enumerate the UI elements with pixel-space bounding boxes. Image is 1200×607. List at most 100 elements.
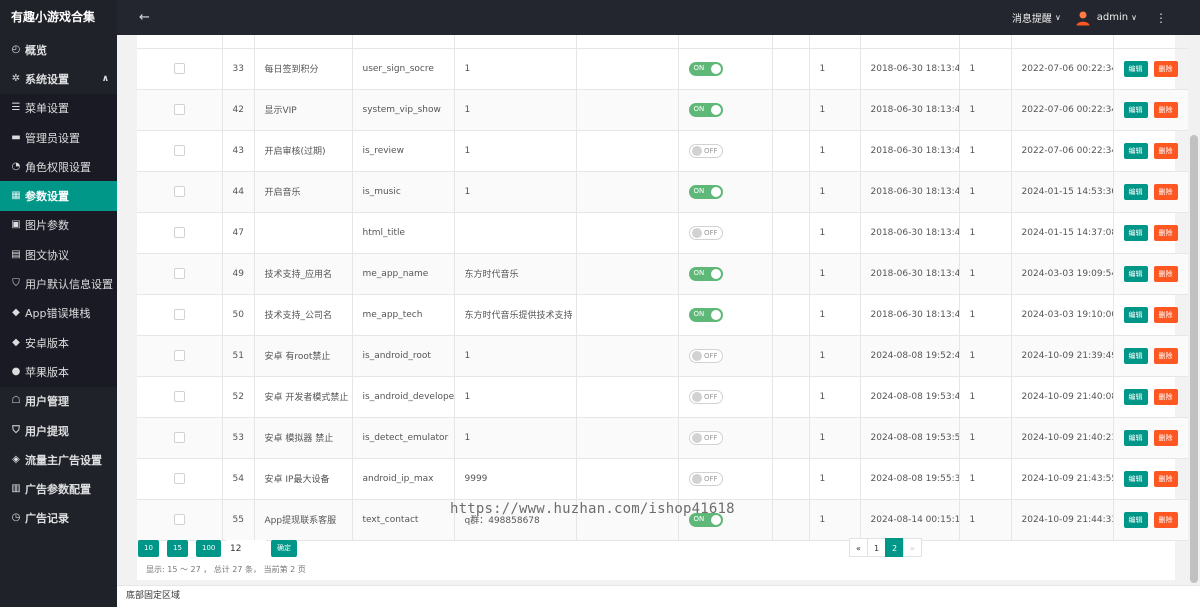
user-icon: ◔ [11,160,21,172]
row-checkbox[interactable] [173,227,185,238]
row-checkbox[interactable] [173,391,185,402]
delete-button[interactable]: 删除 [1153,306,1178,323]
delete-button[interactable]: 删除 [1153,60,1178,77]
edit-button[interactable]: 编辑 [1123,306,1148,323]
status-toggle[interactable]: OFF [688,471,723,486]
edit-button[interactable]: 编辑 [1123,60,1148,77]
toggle-label: ON [693,268,705,277]
row-checkbox[interactable] [173,432,185,443]
edit-button[interactable]: 编辑 [1123,265,1148,282]
row-checkbox[interactable] [173,268,185,279]
row-checkbox[interactable] [173,350,185,361]
prev-page-button[interactable]: « [849,538,868,557]
limit-100-button[interactable]: 100 [196,540,222,557]
sidebar-item-2[interactable]: ☰ 菜单设置 [0,93,117,123]
pagination-summary: 显示: 15 ～ 27 ， 总计 27 条， 当前第 2 页 [146,565,306,574]
next-page-button[interactable]: » [903,538,922,557]
param-sort: 1 [969,268,976,279]
sidebar-item-14[interactable]: ◈ 流量主广告设置 [0,445,117,475]
delete-button[interactable]: 删除 [1153,224,1178,241]
limit-input[interactable] [226,540,266,557]
edit-button[interactable]: 编辑 [1123,470,1148,487]
delete-button[interactable]: 删除 [1153,101,1178,118]
sidebar-item-7[interactable]: ▤ 图文协议 [0,240,117,270]
sidebar-item-1[interactable]: ✲ 系统设置 ∧ [0,64,117,94]
delete-button[interactable]: 删除 [1153,265,1178,282]
row-checkbox[interactable] [173,145,185,156]
back-arrow-icon[interactable]: ← [139,10,150,25]
sidebar-item-label: App错误堆栈 [25,307,91,321]
row-checkbox[interactable] [173,63,185,74]
edit-button[interactable]: 编辑 [1123,101,1148,118]
sidebar-item-0[interactable]: ◴ 概览 [0,35,117,65]
status-toggle[interactable]: OFF [688,348,723,363]
param-sort: 1 [969,104,976,115]
page-2-button[interactable]: 2 [885,538,904,557]
app-title: 有趣小游戏合集 [0,0,117,35]
delete-button[interactable]: 删除 [1153,511,1178,528]
delete-button[interactable]: 删除 [1153,429,1178,446]
edit-button[interactable]: 编辑 [1123,429,1148,446]
sidebar-item-9[interactable]: ◆ App错误堆栈 [0,298,117,328]
sidebar-item-label: 用户管理 [25,395,69,409]
sidebar-item-4[interactable]: ◔ 角色权限设置 [0,152,117,182]
status-toggle[interactable]: ON [688,512,723,527]
updated-time: 2024-10-09 21:44:33 [1021,514,1113,525]
status-toggle[interactable]: OFF [688,389,723,404]
delete-button[interactable]: 删除 [1153,347,1178,364]
edit-button[interactable]: 编辑 [1123,224,1148,241]
sidebar-item-12[interactable]: ☖ 用户管理 [0,386,117,416]
limit-15-button[interactable]: 15 [167,540,188,557]
row-checkbox[interactable] [173,186,185,197]
status-toggle[interactable]: ON [688,266,723,281]
user-menu[interactable]: admin ∨ [1075,10,1137,26]
sidebar-item-10[interactable]: ◆ 安卓版本 [0,327,117,358]
delete-button[interactable]: 删除 [1153,388,1178,405]
delete-button[interactable]: 删除 [1153,183,1178,200]
sidebar-item-label: 用户默认信息设置 [25,278,113,292]
page-1-button[interactable]: 1 [867,538,886,557]
status-toggle[interactable]: ON [688,61,723,76]
sidebar-item-label: 图文协议 [25,248,69,262]
confirm-limit-button[interactable]: 确定 [271,540,297,557]
toggle-knob [710,309,721,320]
clock-icon: ◷ [11,512,21,524]
status-toggle[interactable]: OFF [688,225,723,240]
toggle-label: OFF [703,351,718,360]
status-toggle[interactable]: OFF [688,143,723,158]
status-toggle[interactable]: ON [688,307,723,322]
sidebar-item-label: 流量主广告设置 [25,453,102,467]
status-toggle[interactable]: ON [688,102,723,117]
row-checkbox[interactable] [173,473,185,484]
scrollbar[interactable] [1188,35,1200,585]
scrollbar-thumb[interactable] [1190,135,1198,583]
param-value: 1 [464,186,471,197]
row-checkbox[interactable] [173,514,185,525]
status-toggle[interactable]: ON [688,184,723,199]
params-panel: 33 每日签到积分 user_sign_socre 1 ON 1 2018-06-30 18… [137,35,1188,580]
sidebar-item-8[interactable]: ⛉ 用户默认信息设置 [0,269,117,299]
sidebar-item-15[interactable]: ▥ 广告参数配置 [0,474,117,504]
sidebar-item-3[interactable]: ▬ 管理员设置 [0,122,117,153]
limit-10-button[interactable]: 10 [138,540,159,557]
param-id: 44 [232,186,244,197]
edit-button[interactable]: 编辑 [1123,347,1148,364]
edit-button[interactable]: 编辑 [1123,511,1148,528]
row-checkbox[interactable] [173,104,185,115]
sidebar-item-11[interactable]: ● 苹果版本 [0,357,117,387]
sidebar-item-13[interactable]: ⛉ 用户提现 [0,415,117,446]
edit-button[interactable]: 编辑 [1123,142,1148,159]
pagination: « 1 2 » [849,538,922,557]
sidebar-item-16[interactable]: ◷ 广告记录 [0,503,117,534]
messages-dropdown[interactable]: 消息提醒 ∨ [1012,10,1061,25]
row-checkbox[interactable] [173,309,185,320]
sidebar-item-5[interactable]: ▦ 参数设置 [0,181,117,211]
vertical-dots-icon[interactable]: ⋮ [1155,11,1167,25]
sidebar-item-6[interactable]: ▣ 图片参数 [0,210,117,241]
status-toggle[interactable]: OFF [688,430,723,445]
user-card-icon: ▬ [11,131,21,143]
edit-button[interactable]: 编辑 [1123,183,1148,200]
delete-button[interactable]: 删除 [1153,142,1178,159]
delete-button[interactable]: 删除 [1153,470,1178,487]
edit-button[interactable]: 编辑 [1123,388,1148,405]
